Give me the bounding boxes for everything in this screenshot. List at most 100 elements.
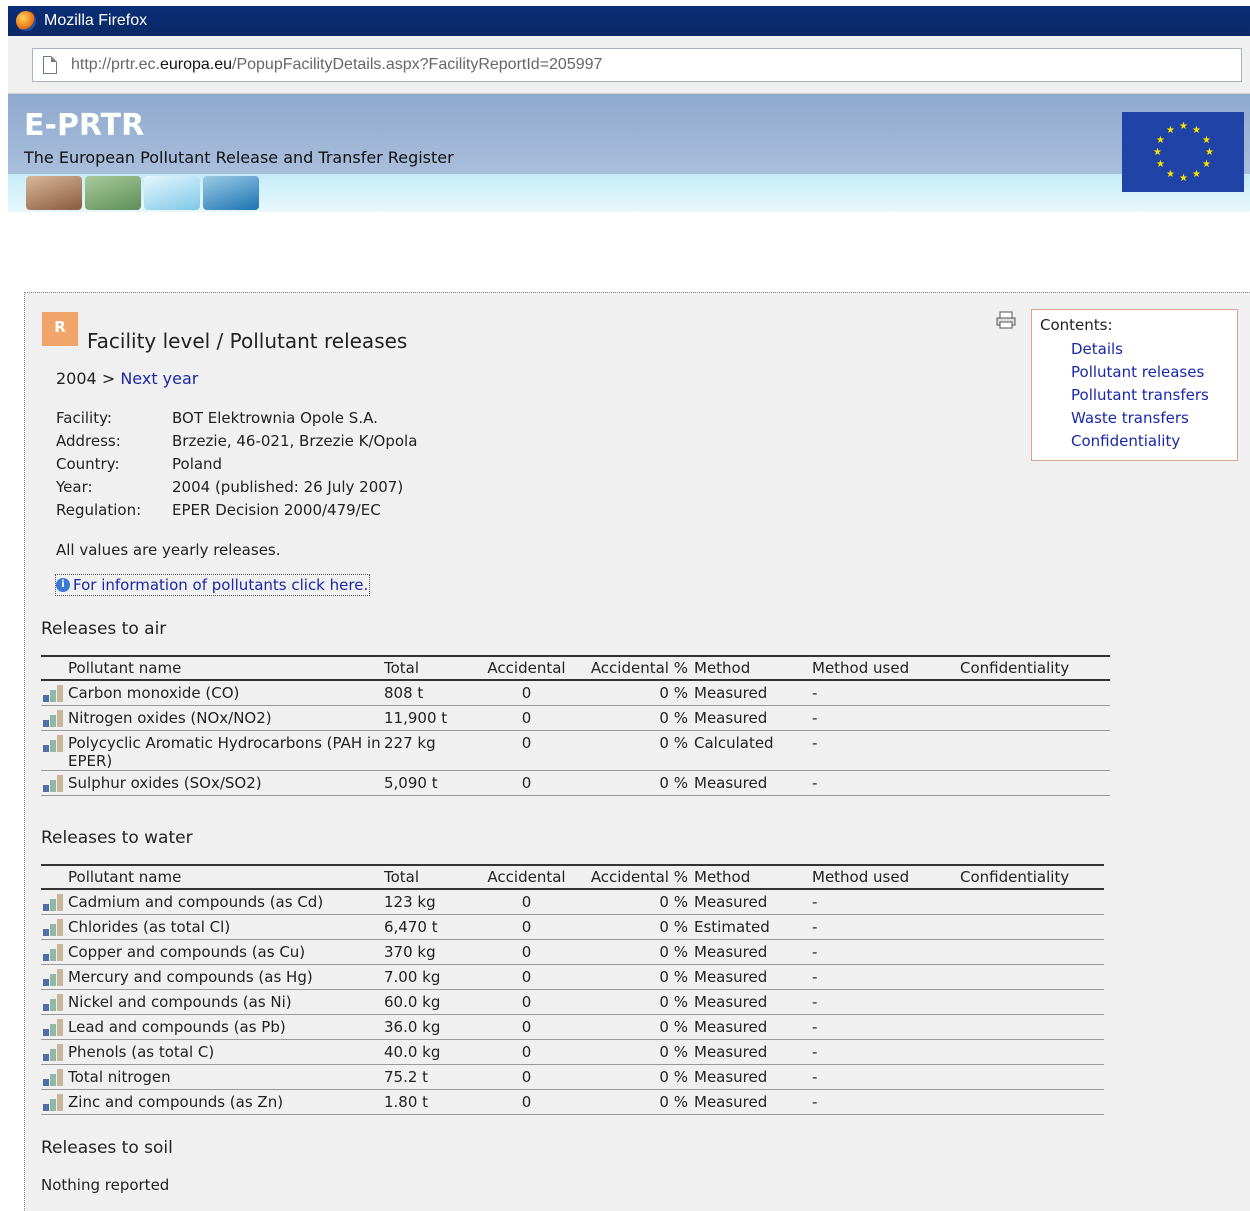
fact-value: 2004 (published: 26 July 2007) xyxy=(172,478,404,496)
cell-total: 6,470 t xyxy=(384,918,438,936)
table-row: Polycyclic Aromatic Hydrocarbons (PAH in… xyxy=(41,731,1110,771)
fact-label: Facility: xyxy=(56,409,112,427)
cell-total: 40.0 kg xyxy=(384,1043,441,1061)
site-header: E-PRTR The European Pollutant Release an… xyxy=(8,94,1250,212)
column-header-confidentiality[interactable]: Confidentiality xyxy=(960,868,1090,886)
column-header-method-used[interactable]: Method used xyxy=(812,659,960,677)
cell-accidental-percent: 0 % xyxy=(659,968,688,986)
cell-accidental-percent: 0 % xyxy=(659,774,688,792)
bar-chart-icon[interactable] xyxy=(41,1093,68,1111)
info-icon: i xyxy=(56,578,70,592)
cell-method-used: - xyxy=(812,1043,818,1061)
soil-section-title: Releases to soil xyxy=(41,1138,173,1158)
column-header-accidental[interactable]: Accidental xyxy=(479,868,574,886)
cell-accidental-percent: 0 % xyxy=(659,943,688,961)
cell-total: 370 kg xyxy=(384,943,436,961)
cell-accidental-percent: 0 % xyxy=(659,734,688,752)
cell-accidental: 0 xyxy=(521,918,532,936)
column-header-accidental-percent[interactable]: Accidental % xyxy=(574,659,694,677)
bar-chart-icon[interactable] xyxy=(41,774,68,792)
site-logo-text[interactable]: E-PRTR xyxy=(24,108,144,143)
next-year-link[interactable]: Next year xyxy=(120,369,198,388)
column-header-accidental-percent[interactable]: Accidental % xyxy=(574,868,694,886)
fact-value: Poland xyxy=(172,455,223,473)
contents-link-pollutant-transfers[interactable]: Pollutant transfers xyxy=(1071,384,1229,407)
cell-pollutant-name: Carbon monoxide (CO) xyxy=(68,684,240,702)
fact-value: Brzezie, 46-021, Brzezie K/Opola xyxy=(172,432,418,450)
cell-pollutant-name: Nitrogen oxides (NOx/NO2) xyxy=(68,709,272,727)
column-header-method-used[interactable]: Method used xyxy=(812,868,960,886)
contents-label: Contents: xyxy=(1040,316,1113,334)
bar-chart-icon[interactable] xyxy=(41,918,68,936)
cell-method-used: - xyxy=(812,1018,818,1036)
column-header-total[interactable]: Total xyxy=(384,868,479,886)
eu-flag-icon: ★ ★ ★ ★ ★ ★ ★ ★ ★ ★ ★ ★ xyxy=(1122,112,1244,192)
cell-accidental-percent: 0 % xyxy=(659,893,688,911)
cell-method: Calculated xyxy=(694,734,774,752)
column-header-pollutant-name[interactable]: Pollutant name xyxy=(68,868,384,886)
table-row: Cadmium and compounds (as Cd) 123 kg 0 0 % M… xyxy=(41,890,1104,915)
bar-chart-icon[interactable] xyxy=(41,1018,68,1036)
table-row: Phenols (as total C) 40.0 kg 0 0 % Measured - xyxy=(41,1040,1104,1065)
grass-tile-icon xyxy=(85,176,141,210)
cell-total: 1.80 t xyxy=(384,1093,429,1111)
pollutant-info-label: For information of pollutants click here… xyxy=(73,576,369,594)
pollutant-info-link[interactable]: i For information of pollutants click he… xyxy=(55,574,371,596)
cell-method-used: - xyxy=(812,918,818,936)
column-header-method[interactable]: Method xyxy=(694,659,812,677)
contents-link-pollutant-releases[interactable]: Pollutant releases xyxy=(1071,361,1229,384)
contents-link-waste-transfers[interactable]: Waste transfers xyxy=(1071,407,1229,430)
cell-accidental-percent: 0 % xyxy=(659,1093,688,1111)
column-header-confidentiality[interactable]: Confidentiality xyxy=(960,659,1090,677)
column-header-method[interactable]: Method xyxy=(694,868,812,886)
cell-method-used: - xyxy=(812,709,818,727)
contents-link-details[interactable]: Details xyxy=(1071,338,1229,361)
bar-chart-icon[interactable] xyxy=(41,993,68,1011)
column-header-total[interactable]: Total xyxy=(384,659,479,677)
fact-row: Address: Brzezie, 46-021, Brzezie K/Opola xyxy=(56,430,417,453)
bar-chart-icon[interactable] xyxy=(41,1068,68,1086)
url-suffix: /PopupFacilityDetails.aspx?FacilityRepor… xyxy=(232,56,603,73)
bar-chart-icon[interactable] xyxy=(41,893,68,911)
cell-pollutant-name: Lead and compounds (as Pb) xyxy=(68,1018,286,1036)
cell-accidental: 0 xyxy=(521,943,532,961)
bar-chart-icon[interactable] xyxy=(41,684,68,702)
cell-pollutant-name: Phenols (as total C) xyxy=(68,1043,215,1061)
bar-chart-icon[interactable] xyxy=(41,968,68,986)
bar-chart-icon[interactable] xyxy=(41,1043,68,1061)
table-header-row: Pollutant name Total Accidental Accidental … xyxy=(41,866,1104,890)
cell-method-used: - xyxy=(812,993,818,1011)
cell-pollutant-name: Cadmium and compounds (as Cd) xyxy=(68,893,324,911)
fact-row: Year: 2004 (published: 26 July 2007) xyxy=(56,476,417,499)
cell-method: Measured xyxy=(694,893,768,911)
bar-chart-icon[interactable] xyxy=(41,943,68,961)
cell-method-used: - xyxy=(812,1068,818,1086)
contents-link-confidentiality[interactable]: Confidentiality xyxy=(1071,430,1229,453)
fact-row: Country: Poland xyxy=(56,453,417,476)
bar-chart-icon[interactable] xyxy=(41,734,68,752)
table-row: Mercury and compounds (as Hg) 7.00 kg 0 0 %… xyxy=(41,965,1104,990)
cell-method: Measured xyxy=(694,993,768,1011)
cell-pollutant-name: Chlorides (as total Cl) xyxy=(68,918,231,936)
column-header-pollutant-name[interactable]: Pollutant name xyxy=(68,659,384,677)
cell-accidental-percent: 0 % xyxy=(659,1018,688,1036)
table-row: Zinc and compounds (as Zn) 1.80 t 0 0 % Meas… xyxy=(41,1090,1104,1115)
cell-accidental: 0 xyxy=(521,1018,532,1036)
print-icon[interactable] xyxy=(995,311,1017,329)
table-row: Total nitrogen 75.2 t 0 0 % Measured - xyxy=(41,1065,1104,1090)
url-field[interactable]: http://prtr.ec. europa.eu/PopupFacilityDe… xyxy=(32,48,1242,82)
releases-icon: R xyxy=(42,312,78,346)
cell-method-used: - xyxy=(812,774,818,792)
bar-chart-icon[interactable] xyxy=(41,709,68,727)
cell-accidental: 0 xyxy=(521,893,532,911)
year-navigation: 2004 > Next year xyxy=(56,369,198,388)
cell-pollutant-name: Polycyclic Aromatic Hydrocarbons (PAH in… xyxy=(68,734,381,770)
cell-method: Measured xyxy=(694,774,768,792)
table-row: Carbon monoxide (CO) 808 t 0 0 % Measured - xyxy=(41,681,1110,706)
cell-total: 7.00 kg xyxy=(384,968,441,986)
cell-accidental: 0 xyxy=(521,1093,532,1111)
fact-value: BOT Elektrownia Opole S.A. xyxy=(172,409,378,427)
column-header-accidental[interactable]: Accidental xyxy=(479,659,574,677)
cell-method: Measured xyxy=(694,1068,768,1086)
address-bar: http://prtr.ec. europa.eu/PopupFacilityDe… xyxy=(8,36,1250,94)
